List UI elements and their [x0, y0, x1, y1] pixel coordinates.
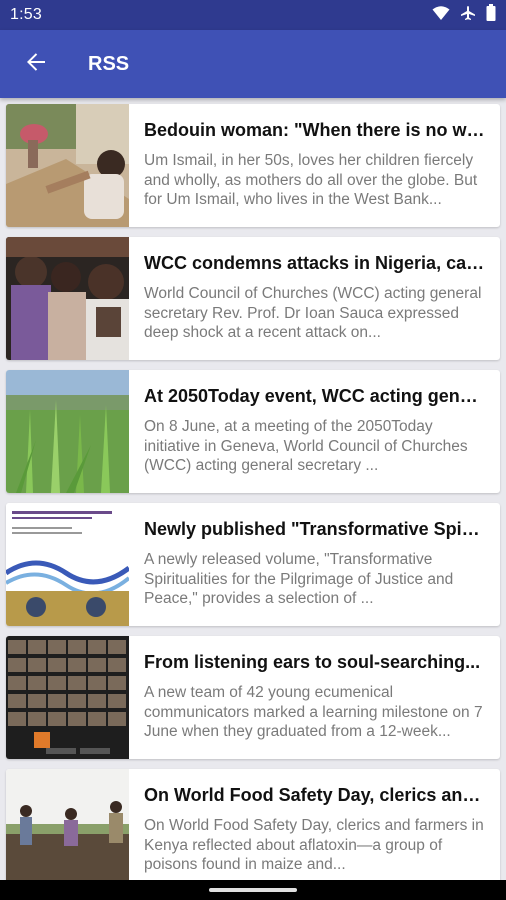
- home-gesture-handle[interactable]: [209, 888, 297, 892]
- article-title: On World Food Safety Day, clerics and fa…: [144, 785, 486, 805]
- article-card[interactable]: WCC condemns attacks in Nigeria, calls f…: [6, 237, 500, 360]
- article-card[interactable]: On World Food Safety Day, clerics and fa…: [6, 769, 500, 892]
- status-icons: [432, 4, 496, 26]
- status-bar: 1:53: [0, 0, 506, 30]
- article-card[interactable]: Bedouin woman: "When there is no water..…: [6, 104, 500, 227]
- article-title: From listening ears to soul-searching...: [144, 652, 481, 672]
- article-thumbnail: [6, 636, 129, 759]
- page-title: RSS: [88, 52, 130, 75]
- article-thumbnail: [6, 370, 129, 493]
- back-button[interactable]: [6, 30, 66, 98]
- article-thumbnail: [6, 769, 129, 892]
- airplane-icon: [460, 5, 476, 26]
- article-card[interactable]: From listening ears to soul-searching...…: [6, 636, 500, 759]
- status-time: 1:53: [10, 6, 42, 23]
- article-description: Um Ismail, in her 50s, loves her childre…: [144, 152, 478, 208]
- article-card[interactable]: Newly published "Transformative Spiritua…: [6, 503, 500, 626]
- article-description: On 8 June, at a meeting of the 2050Today…: [144, 418, 468, 474]
- article-title: Bedouin woman: "When there is no water..…: [144, 120, 486, 140]
- article-description: A newly released volume, "Transformative…: [144, 551, 454, 607]
- article-title: At 2050Today event, WCC acting general..…: [144, 386, 486, 406]
- article-thumbnail: [6, 503, 129, 626]
- article-thumbnail: [6, 104, 129, 227]
- article-title: WCC condemns attacks in Nigeria, calls f…: [144, 253, 486, 273]
- arrow-left-icon: [25, 51, 47, 78]
- article-thumbnail: [6, 237, 129, 360]
- article-description: World Council of Churches (WCC) acting g…: [144, 285, 482, 341]
- navigation-bar: [0, 880, 506, 900]
- app-bar: RSS: [0, 30, 506, 98]
- article-description: On World Food Safety Day, clerics and fa…: [144, 817, 484, 873]
- article-description: A new team of 42 young ecumenical commun…: [144, 684, 483, 740]
- article-card[interactable]: At 2050Today event, WCC acting general..…: [6, 370, 500, 493]
- article-title: Newly published "Transformative Spiritua…: [144, 519, 486, 539]
- battery-icon: [486, 4, 496, 26]
- wifi-icon: [432, 5, 450, 26]
